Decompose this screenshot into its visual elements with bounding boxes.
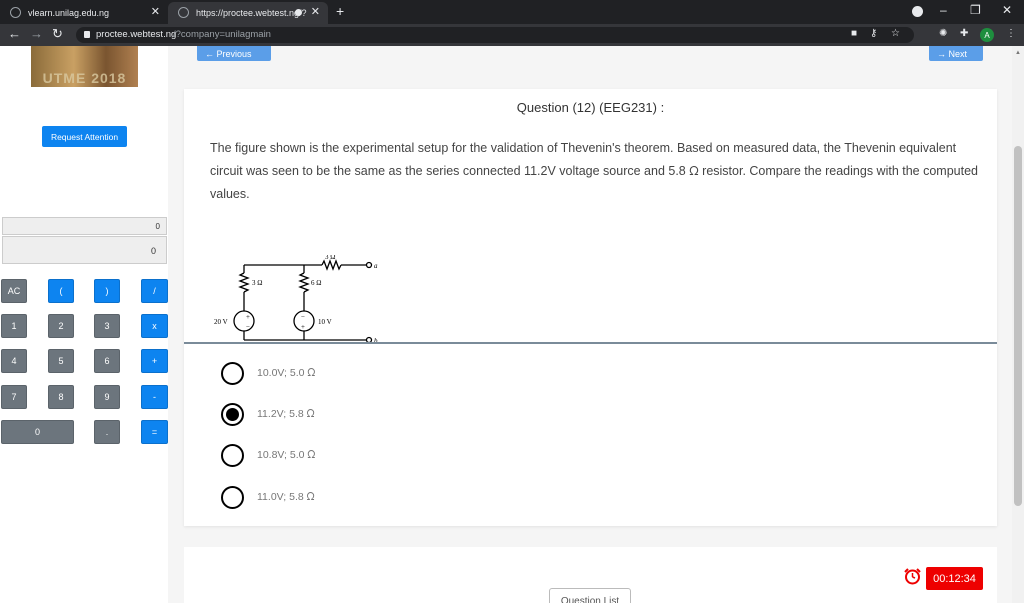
label-r-mid: 6 Ω xyxy=(311,279,321,287)
minimize-button[interactable]: – xyxy=(940,3,947,17)
svg-text:+: + xyxy=(301,323,305,331)
page-scrollbar[interactable]: ▲ xyxy=(1012,46,1024,603)
calc-key-6[interactable]: 6 xyxy=(94,349,120,373)
profile-menu-icon[interactable] xyxy=(912,6,923,17)
key-icon[interactable]: ⚷ xyxy=(870,28,877,39)
option-label: 11.2V; 5.8 ᘯ xyxy=(257,408,315,420)
label-node-a: a xyxy=(374,262,378,270)
question-title: Question (12) (EEG231) : xyxy=(516,100,665,115)
browser-toolbar: ← → ↻ proctee.webtest.ng /?company=unila… xyxy=(0,24,1024,46)
sidebar: UTME 2018 Request Attention 0 0 AC ( ) /… xyxy=(0,46,168,603)
url-host: proctee.webtest.ng xyxy=(96,29,177,40)
browser-tab-proctee[interactable]: https://proctee.webtest.ng/? ✕ xyxy=(168,2,328,24)
option-label: 11.0V; 5.8 ᘯ xyxy=(257,491,315,503)
radio-button[interactable] xyxy=(221,486,244,509)
label-v-right: 10 V xyxy=(318,318,332,326)
radio-button-selected[interactable] xyxy=(221,403,244,426)
calc-key-4[interactable]: 4 xyxy=(1,349,27,373)
calc-key-minus[interactable]: - xyxy=(141,385,168,409)
globe-icon xyxy=(10,7,21,18)
close-tab-icon[interactable]: ✕ xyxy=(151,5,160,18)
request-attention-button[interactable]: Request Attention xyxy=(42,126,127,147)
option-1[interactable]: 10.0V; 5.0 ᘯ xyxy=(221,362,521,386)
option-2[interactable]: 11.2V; 5.8 ᘯ xyxy=(221,403,521,427)
browser-tab-bar: vlearn.unilag.edu.ng ✕ https://proctee.w… xyxy=(0,0,1024,24)
option-label: 10.0V; 5.0 ᘯ xyxy=(257,367,316,379)
globe-icon xyxy=(178,7,189,18)
restore-button[interactable]: ❐ xyxy=(970,3,981,17)
close-tab-icon[interactable]: ✕ xyxy=(311,5,320,18)
svg-text:+: + xyxy=(246,313,250,321)
back-arrow-icon[interactable]: ← xyxy=(8,26,21,41)
question-card: Question (12) (EEG231) : The figure show… xyxy=(184,89,997,526)
countdown-timer: 00:12:34 xyxy=(926,567,983,590)
browser-tab-vlearn[interactable]: vlearn.unilag.edu.ng ✕ xyxy=(0,2,168,24)
calc-key-2[interactable]: 2 xyxy=(48,314,74,338)
avatar[interactable]: A xyxy=(980,28,994,42)
question-text: The figure shown is the experimental set… xyxy=(210,141,978,201)
scrollbar-thumb[interactable] xyxy=(1014,146,1022,506)
calc-key-7[interactable]: 7 xyxy=(1,385,27,409)
calc-key-3[interactable]: 3 xyxy=(94,314,120,338)
calc-key-open-paren[interactable]: ( xyxy=(48,279,74,303)
address-bar[interactable]: proctee.webtest.ng /?company=unilagmain xyxy=(76,27,914,43)
option-4[interactable]: 11.0V; 5.8 ᘯ xyxy=(221,486,521,510)
menu-dots-icon[interactable]: ⋮ xyxy=(1006,28,1016,39)
question-list-button[interactable]: Question List xyxy=(549,588,631,603)
photo-caption: UTME 2018 xyxy=(42,70,127,86)
page-content: UTME 2018 Request Attention 0 0 AC ( ) /… xyxy=(0,46,1012,603)
calc-key-1[interactable]: 1 xyxy=(1,314,27,338)
close-window-button[interactable]: ✕ xyxy=(1002,3,1012,17)
previous-button[interactable]: ← Previous xyxy=(197,46,271,61)
tab-title: vlearn.unilag.edu.ng xyxy=(28,8,110,18)
calc-key-8[interactable]: 8 xyxy=(48,385,74,409)
calc-key-9[interactable]: 9 xyxy=(94,385,120,409)
divider xyxy=(184,342,997,344)
label-r-left: 3 Ω xyxy=(252,279,262,287)
calc-key-decimal[interactable]: . xyxy=(94,420,120,444)
calc-key-equals[interactable]: = xyxy=(141,420,168,444)
label-r-top: 3 Ω xyxy=(325,255,335,261)
radio-button[interactable] xyxy=(221,444,244,467)
star-icon[interactable]: ☆ xyxy=(891,28,900,39)
candidate-photo: UTME 2018 xyxy=(31,46,138,87)
recording-icon xyxy=(295,9,302,16)
new-tab-button[interactable]: + xyxy=(336,3,344,19)
calculator-expression: 0 xyxy=(2,217,167,235)
calc-key-multiply[interactable]: x xyxy=(141,314,168,338)
lock-icon xyxy=(84,31,90,38)
reload-icon[interactable]: ↻ xyxy=(52,26,63,42)
svg-text:−: − xyxy=(301,313,305,321)
option-label: 10.8V; 5.0 ᘯ xyxy=(257,449,316,461)
svg-text:−: − xyxy=(246,323,250,331)
extension-icon[interactable]: ✺ xyxy=(939,28,947,39)
next-button[interactable]: → Next xyxy=(929,46,983,61)
calc-key-0[interactable]: 0 xyxy=(1,420,74,444)
calculator-display: 0 xyxy=(2,236,167,264)
camera-icon[interactable]: ■ xyxy=(851,28,857,39)
option-3[interactable]: 10.8V; 5.0 ᘯ xyxy=(221,444,521,468)
circuit-diagram: +− −+ 3 Ω 3 Ω 6 Ω 20 V 10 V a b xyxy=(214,255,378,345)
calc-key-plus[interactable]: + xyxy=(141,349,168,373)
forward-arrow-icon[interactable]: → xyxy=(30,26,43,41)
calc-key-5[interactable]: 5 xyxy=(48,349,74,373)
alarm-clock-icon xyxy=(904,568,921,585)
radio-button[interactable] xyxy=(221,362,244,385)
calc-key-divide[interactable]: / xyxy=(141,279,168,303)
scroll-up-icon[interactable]: ▲ xyxy=(1015,50,1021,56)
url-path: /?company=unilagmain xyxy=(173,29,271,40)
label-v-left: 20 V xyxy=(214,318,228,326)
tab-title: https://proctee.webtest.ng/? xyxy=(196,8,307,18)
calc-key-clear[interactable]: AC xyxy=(1,279,27,303)
puzzle-icon[interactable]: ✚ xyxy=(960,28,968,39)
calc-key-close-paren[interactable]: ) xyxy=(94,279,120,303)
